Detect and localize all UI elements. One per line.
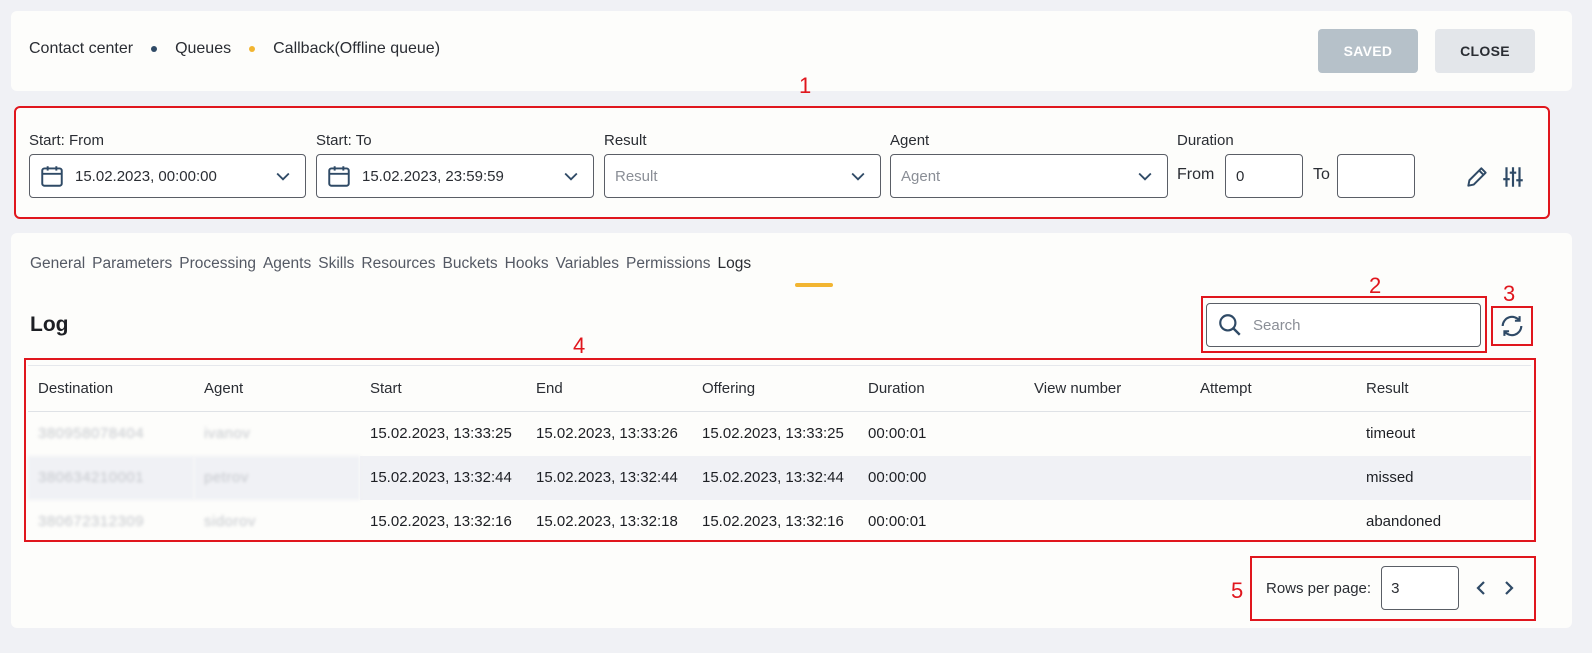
duration-to-input[interactable] bbox=[1337, 154, 1415, 198]
breadcrumb-current: Callback(Offline queue) bbox=[273, 40, 441, 57]
active-tab-indicator bbox=[795, 283, 833, 287]
breadcrumb-contact-center[interactable]: Contact center bbox=[29, 40, 133, 58]
calendar-icon bbox=[41, 166, 63, 187]
start-to-picker[interactable]: 15.02.2023, 23:59:59 bbox=[316, 154, 594, 198]
breadcrumb: Contact center Queues Callback(Offline q… bbox=[29, 40, 440, 58]
filter-panel: Start: From 15.02.2023, 00:00:00 Start: … bbox=[14, 106, 1550, 219]
sliders-icon[interactable] bbox=[1500, 164, 1526, 190]
tab-skills[interactable]: Skills bbox=[318, 255, 354, 273]
breadcrumb-separator bbox=[249, 46, 256, 52]
chevron-down-icon bbox=[851, 172, 865, 181]
annotation-number-2: 2 bbox=[1369, 273, 1382, 298]
breadcrumb-separator bbox=[151, 46, 158, 52]
result-select[interactable]: Result bbox=[604, 154, 881, 198]
annotation-number-3: 3 bbox=[1503, 281, 1516, 306]
start-to-value: 15.02.2023, 23:59:59 bbox=[362, 167, 504, 185]
result-placeholder: Result bbox=[615, 167, 658, 185]
duration-from-input[interactable]: 0 bbox=[1225, 154, 1303, 198]
pencil-icon[interactable] bbox=[1464, 164, 1490, 190]
start-to-label: Start: To bbox=[316, 132, 372, 149]
annotation-box-refresh bbox=[1491, 306, 1533, 346]
header-bar: Contact center Queues Callback(Offline q… bbox=[11, 11, 1572, 91]
agent-placeholder: Agent bbox=[901, 167, 941, 185]
start-from-picker[interactable]: 15.02.2023, 00:00:00 bbox=[29, 154, 306, 198]
tab-general[interactable]: General bbox=[30, 255, 85, 273]
duration-to-label: To bbox=[1313, 166, 1330, 183]
tab-bar: General Parameters Processing Agents Ski… bbox=[30, 255, 758, 273]
start-from-value: 15.02.2023, 00:00:00 bbox=[75, 167, 217, 185]
chevron-down-icon bbox=[276, 172, 290, 181]
agent-select[interactable]: Agent bbox=[890, 154, 1168, 198]
duration-label: Duration bbox=[1177, 132, 1234, 149]
close-button[interactable]: CLOSE bbox=[1435, 29, 1535, 73]
tab-resources[interactable]: Resources bbox=[361, 255, 435, 273]
tab-permissions[interactable]: Permissions bbox=[626, 255, 710, 273]
saved-button[interactable]: SAVED bbox=[1318, 29, 1418, 73]
tab-processing[interactable]: Processing bbox=[179, 255, 256, 273]
chevron-down-icon bbox=[564, 172, 578, 181]
tab-hooks[interactable]: Hooks bbox=[505, 255, 549, 273]
annotation-box-table bbox=[24, 358, 1536, 542]
annotation-number-5: 5 bbox=[1231, 578, 1244, 603]
annotation-number-4: 4 bbox=[573, 333, 586, 358]
tab-variables[interactable]: Variables bbox=[556, 255, 619, 273]
start-from-label: Start: From bbox=[29, 132, 105, 149]
log-title: Log bbox=[30, 313, 69, 336]
annotation-box-search bbox=[1201, 296, 1487, 353]
tab-logs[interactable]: Logs bbox=[717, 255, 751, 273]
duration-from-value: 0 bbox=[1236, 167, 1245, 185]
annotation-number-1: 1 bbox=[799, 73, 812, 98]
tab-buckets[interactable]: Buckets bbox=[443, 255, 498, 273]
agent-label: Agent bbox=[890, 132, 930, 149]
duration-from-label: From bbox=[1177, 166, 1215, 183]
chevron-down-icon bbox=[1138, 172, 1152, 181]
annotation-box-pagination bbox=[1250, 556, 1536, 621]
tab-parameters[interactable]: Parameters bbox=[92, 255, 172, 273]
calendar-icon bbox=[328, 166, 350, 187]
breadcrumb-queues[interactable]: Queues bbox=[175, 40, 231, 58]
tab-agents[interactable]: Agents bbox=[263, 255, 311, 273]
result-label: Result bbox=[604, 132, 647, 149]
